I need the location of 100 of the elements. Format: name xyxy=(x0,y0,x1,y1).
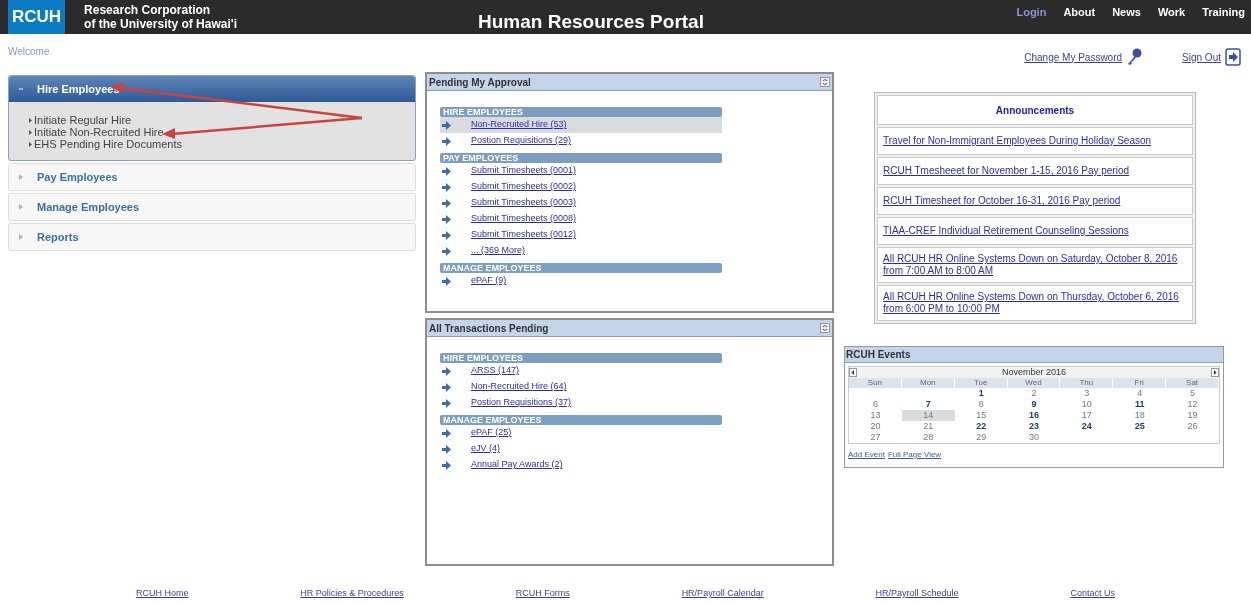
weekday-header: Sun xyxy=(849,378,902,388)
calendar-day[interactable]: 12 xyxy=(1166,399,1219,410)
section-title: Reports xyxy=(37,229,79,245)
weekday-header: Mon xyxy=(901,378,955,388)
weekday-header: Wed xyxy=(1007,378,1061,388)
calendar-day[interactable]: 17 xyxy=(1060,410,1114,421)
organization-name: of the University of Hawai'i xyxy=(84,17,237,31)
panel-title: All Transactions Pending xyxy=(429,321,549,336)
footer-link[interactable]: Contact Us xyxy=(1070,587,1115,601)
footer-link[interactable]: RCUH Home xyxy=(135,587,189,601)
calendar-day[interactable]: 10 xyxy=(1060,399,1114,410)
item-link[interactable]: Submit Timesheets (0002) xyxy=(471,180,577,194)
item-link[interactable]: ePAF (25) xyxy=(471,426,512,440)
item-link[interactable]: ... (369 More) xyxy=(471,244,526,258)
calendar-day[interactable]: 15 xyxy=(954,410,1008,421)
footer-link[interactable]: HR Policies & Procedures xyxy=(300,587,404,601)
calendar-day[interactable]: 2 xyxy=(1007,388,1061,399)
calendar-day[interactable]: 11 xyxy=(1113,399,1167,410)
nav-link[interactable]: Login xyxy=(1016,4,1047,21)
accordion-header[interactable]: Reports xyxy=(9,224,415,250)
key-icon xyxy=(1126,48,1143,66)
calendar-day[interactable]: 24 xyxy=(1060,421,1114,432)
accordion-header[interactable]: Pay Employees xyxy=(9,164,415,190)
group-header: HIRE EMPLOYEES xyxy=(440,353,722,363)
item-link[interactable]: eJV (4) xyxy=(471,442,500,456)
item-link[interactable]: Annual Pay Awards (2) xyxy=(471,458,563,472)
section-title: Hire Employees xyxy=(37,81,120,97)
calendar-day[interactable]: 3 xyxy=(1060,388,1114,399)
organization-name: Research Corporation xyxy=(84,3,212,17)
calendar-day[interactable]: 18 xyxy=(1113,410,1167,421)
item-link[interactable]: Submit Timesheets (0001) xyxy=(471,164,577,178)
calendar-day[interactable]: 16 xyxy=(1007,410,1061,421)
previous-month-icon[interactable] xyxy=(849,368,857,377)
calendar-day[interactable]: 28 xyxy=(901,432,955,443)
caret-icon xyxy=(19,174,23,180)
group-header: PAY EMPLOYEES xyxy=(440,153,722,163)
calendar-day[interactable]: 9 xyxy=(1007,399,1061,410)
page-title: Human Resources Portal xyxy=(478,10,704,34)
accordion-header[interactable]: Manage Employees xyxy=(9,194,415,220)
item-link[interactable]: Submit Timesheets (0008) xyxy=(471,212,577,226)
calendar-day[interactable]: 20 xyxy=(849,421,902,432)
refresh-icon[interactable] xyxy=(820,323,830,333)
calendar-day[interactable]: 6 xyxy=(849,399,902,410)
calendar-day[interactable]: 26 xyxy=(1166,421,1219,432)
nav-link[interactable]: News xyxy=(1112,4,1141,21)
calendar-day[interactable]: 5 xyxy=(1166,388,1219,399)
item-link[interactable]: Postion Requisitions (37) xyxy=(471,396,572,410)
calendar-day[interactable]: 29 xyxy=(954,432,1008,443)
group-header: HIRE EMPLOYEES xyxy=(440,107,722,117)
calendar-day[interactable]: 4 xyxy=(1113,388,1167,399)
calendar-day[interactable]: 7 xyxy=(901,399,955,410)
item-link[interactable]: ePAF (9) xyxy=(471,274,507,288)
footer-link[interactable]: HR/Payroll Schedule xyxy=(875,587,959,601)
welcome-text: Welcome xyxy=(8,45,50,59)
panel-title: RCUH Events xyxy=(845,347,1223,363)
calendar-day[interactable]: 13 xyxy=(849,410,902,421)
minus-icon xyxy=(19,88,23,90)
refresh-icon[interactable] xyxy=(820,77,830,87)
change-password-link[interactable]: Change My Password xyxy=(1024,49,1123,65)
calendar-day[interactable]: 22 xyxy=(954,421,1008,432)
calendar-day[interactable]: 19 xyxy=(1166,410,1219,421)
next-month-icon[interactable] xyxy=(1211,368,1219,377)
item-link[interactable]: Submit Timesheets (0003) xyxy=(471,196,577,210)
nav-link[interactable]: About xyxy=(1063,4,1096,21)
footer-link[interactable]: HR/Payroll Calendar xyxy=(681,587,764,601)
item-link[interactable]: Non-Recruited Hire (53) xyxy=(471,118,567,132)
calendar-day[interactable]: 1 xyxy=(954,388,1008,399)
item-link[interactable]: ARSS (147) xyxy=(471,364,520,378)
group-header: MANAGE EMPLOYEES xyxy=(440,415,722,425)
sign-out-link[interactable]: Sign Out xyxy=(1182,49,1221,65)
section-title: Manage Employees xyxy=(37,199,140,215)
calendar-day[interactable]: 27 xyxy=(849,432,902,443)
submenu-link[interactable]: EHS Pending Hire Documents xyxy=(34,138,182,150)
calendar-day[interactable]: 21 xyxy=(901,421,955,432)
nav-link[interactable]: Work xyxy=(1157,4,1186,21)
calendar-day[interactable]: 25 xyxy=(1113,421,1167,432)
calendar-day[interactable]: 8 xyxy=(954,399,1008,410)
calendar-link[interactable]: Full Page View xyxy=(887,449,942,461)
panel-title: Pending My Approval xyxy=(429,75,531,90)
caret-icon xyxy=(19,234,23,240)
logo: RCUH xyxy=(8,0,66,34)
weekday-header: Fri xyxy=(1113,378,1167,388)
accordion-header[interactable]: Hire Employees xyxy=(9,76,415,102)
calendar-day[interactable]: 30 xyxy=(1007,432,1061,443)
caret-icon xyxy=(19,204,23,210)
item-link[interactable]: Postion Requisitions (29) xyxy=(471,134,572,148)
month-title: November 2016 xyxy=(1001,365,1066,379)
item-link[interactable]: Submit Timesheets (0012) xyxy=(471,228,577,242)
calendar-day[interactable]: 23 xyxy=(1007,421,1061,432)
submenu-link[interactable]: Initiate Regular Hire xyxy=(34,114,132,126)
nav-link[interactable]: Training xyxy=(1202,4,1245,21)
submenu-link[interactable]: Initiate Non-Recruited Hire xyxy=(34,126,164,138)
calendar-link[interactable]: Add Event xyxy=(848,449,885,461)
item-link[interactable]: Non-Recruited Hire (64) xyxy=(471,380,567,394)
weekday-header: Tue xyxy=(954,378,1008,388)
weekday-header: Thu xyxy=(1060,378,1114,388)
section-title: Pay Employees xyxy=(37,169,118,185)
sign-out-icon xyxy=(1225,48,1241,66)
footer-link[interactable]: RCUH Forms xyxy=(515,587,570,601)
group-header: MANAGE EMPLOYEES xyxy=(440,263,722,273)
